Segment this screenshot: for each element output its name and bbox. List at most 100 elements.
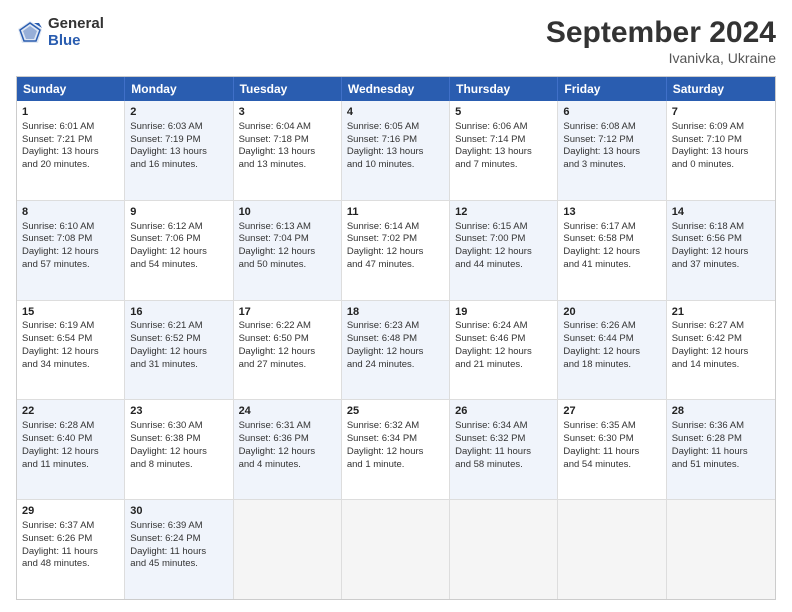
- day-info-line: Daylight: 13 hours: [672, 146, 770, 159]
- day-info-line: Daylight: 11 hours: [22, 546, 119, 559]
- day-info-line: Sunset: 6:28 PM: [672, 433, 770, 446]
- day-info-line: Daylight: 11 hours: [455, 446, 552, 459]
- day-info-line: Daylight: 13 hours: [130, 146, 227, 159]
- calendar-header: SundayMondayTuesdayWednesdayThursdayFrid…: [17, 77, 775, 101]
- day-info-line: and 34 minutes.: [22, 359, 119, 372]
- day-info-line: Sunset: 6:50 PM: [239, 333, 336, 346]
- day-cell-20: 20Sunrise: 6:26 AMSunset: 6:44 PMDayligh…: [558, 301, 666, 400]
- day-info-line: Sunset: 6:48 PM: [347, 333, 444, 346]
- day-info-line: and 48 minutes.: [22, 558, 119, 571]
- calendar-row-2: 15Sunrise: 6:19 AMSunset: 6:54 PMDayligh…: [17, 300, 775, 400]
- title-block: September 2024 Ivanivka, Ukraine: [546, 16, 776, 66]
- day-number: 27: [563, 404, 660, 419]
- day-cell-3: 3Sunrise: 6:04 AMSunset: 7:18 PMDaylight…: [234, 101, 342, 200]
- empty-cell: [450, 500, 558, 599]
- day-info-line: Sunset: 6:24 PM: [130, 533, 227, 546]
- day-cell-1: 1Sunrise: 6:01 AMSunset: 7:21 PMDaylight…: [17, 101, 125, 200]
- day-info-line: Daylight: 12 hours: [22, 246, 119, 259]
- calendar-row-1: 8Sunrise: 6:10 AMSunset: 7:08 PMDaylight…: [17, 200, 775, 300]
- day-info-line: Sunrise: 6:06 AM: [455, 121, 552, 134]
- day-info-line: Sunrise: 6:08 AM: [563, 121, 660, 134]
- day-info-line: and 54 minutes.: [130, 259, 227, 272]
- day-number: 16: [130, 305, 227, 320]
- day-cell-13: 13Sunrise: 6:17 AMSunset: 6:58 PMDayligh…: [558, 201, 666, 300]
- day-number: 10: [239, 205, 336, 220]
- page: General Blue September 2024 Ivanivka, Uk…: [0, 0, 792, 612]
- header-day-thursday: Thursday: [450, 77, 558, 101]
- day-cell-8: 8Sunrise: 6:10 AMSunset: 7:08 PMDaylight…: [17, 201, 125, 300]
- calendar-row-3: 22Sunrise: 6:28 AMSunset: 6:40 PM Dayligh…: [17, 399, 775, 499]
- logo-general-text: General: [48, 16, 104, 33]
- day-info-line: Sunrise: 6:34 AM: [455, 420, 552, 433]
- day-info-line: Sunset: 7:18 PM: [239, 134, 336, 147]
- day-info-line: Sunrise: 6:15 AM: [455, 221, 552, 234]
- day-info-line: Sunrise: 6:14 AM: [347, 221, 444, 234]
- calendar-body: 1Sunrise: 6:01 AMSunset: 7:21 PMDaylight…: [17, 101, 775, 599]
- day-cell-12: 12Sunrise: 6:15 AMSunset: 7:00 PMDayligh…: [450, 201, 558, 300]
- day-info-line: and 3 minutes.: [563, 159, 660, 172]
- header-day-monday: Monday: [125, 77, 233, 101]
- day-info-line: Sunrise: 6:09 AM: [672, 121, 770, 134]
- day-info-line: Sunrise: 6:30 AM: [130, 420, 227, 433]
- day-info-line: Sunset: 6:42 PM: [672, 333, 770, 346]
- day-info-line: Sunset: 6:46 PM: [455, 333, 552, 346]
- day-info-line: and 31 minutes.: [130, 359, 227, 372]
- empty-cell: [342, 500, 450, 599]
- day-info-line: Sunset: 7:04 PM: [239, 233, 336, 246]
- logo: General Blue: [16, 16, 104, 49]
- day-info-line: Daylight: 13 hours: [455, 146, 552, 159]
- day-info-line: Sunrise: 6:35 AM: [563, 420, 660, 433]
- day-cell-9: 9Sunrise: 6:12 AMSunset: 7:06 PMDaylight…: [125, 201, 233, 300]
- day-info-line: Daylight: 12 hours: [239, 446, 336, 459]
- day-number: 6: [563, 105, 660, 120]
- day-info-line: Daylight: 13 hours: [563, 146, 660, 159]
- month-title: September 2024: [546, 16, 776, 50]
- day-info-line: and 14 minutes.: [672, 359, 770, 372]
- day-info-line: and 0 minutes.: [672, 159, 770, 172]
- day-cell-21: 21Sunrise: 6:27 AMSunset: 6:42 PMDayligh…: [667, 301, 775, 400]
- day-info-line: and 54 minutes.: [563, 459, 660, 472]
- day-number: 7: [672, 105, 770, 120]
- day-info-line: and 10 minutes.: [347, 159, 444, 172]
- day-info-line: Daylight: 12 hours: [347, 446, 444, 459]
- day-info-line: Sunset: 6:44 PM: [563, 333, 660, 346]
- day-cell-23: 23Sunrise: 6:30 AMSunset: 6:38 PMDayligh…: [125, 400, 233, 499]
- day-info-line: Sunrise: 6:39 AM: [130, 520, 227, 533]
- day-info-line: Sunset: 6:52 PM: [130, 333, 227, 346]
- day-info-line: Sunrise: 6:22 AM: [239, 320, 336, 333]
- day-info-line: Sunset: 7:21 PM: [22, 134, 119, 147]
- day-info-line: Sunrise: 6:19 AM: [22, 320, 119, 333]
- day-number: 23: [130, 404, 227, 419]
- day-info-line: Daylight: 12 hours: [672, 246, 770, 259]
- day-number: 22: [22, 404, 119, 419]
- day-info-line: and 45 minutes.: [130, 558, 227, 571]
- day-info-line: and 50 minutes.: [239, 259, 336, 272]
- day-cell-28: 28Sunrise: 6:36 AMSunset: 6:28 PMDayligh…: [667, 400, 775, 499]
- day-info-line: Sunset: 6:34 PM: [347, 433, 444, 446]
- day-cell-17: 17Sunrise: 6:22 AMSunset: 6:50 PMDayligh…: [234, 301, 342, 400]
- day-info-line: Sunrise: 6:28 AM: [22, 420, 119, 433]
- day-number: 13: [563, 205, 660, 220]
- day-number: 11: [347, 205, 444, 220]
- day-info-line: Sunrise: 6:18 AM: [672, 221, 770, 234]
- empty-cell: [558, 500, 666, 599]
- day-cell-16: 16Sunrise: 6:21 AMSunset: 6:52 PMDayligh…: [125, 301, 233, 400]
- day-number: 9: [130, 205, 227, 220]
- logo-blue-text: Blue: [48, 33, 104, 50]
- day-number: 4: [347, 105, 444, 120]
- calendar: SundayMondayTuesdayWednesdayThursdayFrid…: [16, 76, 776, 600]
- calendar-row-0: 1Sunrise: 6:01 AMSunset: 7:21 PMDaylight…: [17, 101, 775, 200]
- day-info-line: Daylight: 12 hours: [130, 446, 227, 459]
- day-number: 14: [672, 205, 770, 220]
- day-cell-14: 14Sunrise: 6:18 AMSunset: 6:56 PMDayligh…: [667, 201, 775, 300]
- day-info-line: Sunset: 6:40 PM: [22, 433, 119, 446]
- day-cell-10: 10Sunrise: 6:13 AMSunset: 7:04 PMDayligh…: [234, 201, 342, 300]
- day-info-line: Sunrise: 6:01 AM: [22, 121, 119, 134]
- day-info-line: Sunset: 7:10 PM: [672, 134, 770, 147]
- day-info-line: Daylight: 13 hours: [347, 146, 444, 159]
- day-cell-4: 4Sunrise: 6:05 AMSunset: 7:16 PMDaylight…: [342, 101, 450, 200]
- day-info-line: Daylight: 13 hours: [239, 146, 336, 159]
- day-info-line: Sunset: 6:30 PM: [563, 433, 660, 446]
- day-cell-11: 11Sunrise: 6:14 AMSunset: 7:02 PMDayligh…: [342, 201, 450, 300]
- day-number: 25: [347, 404, 444, 419]
